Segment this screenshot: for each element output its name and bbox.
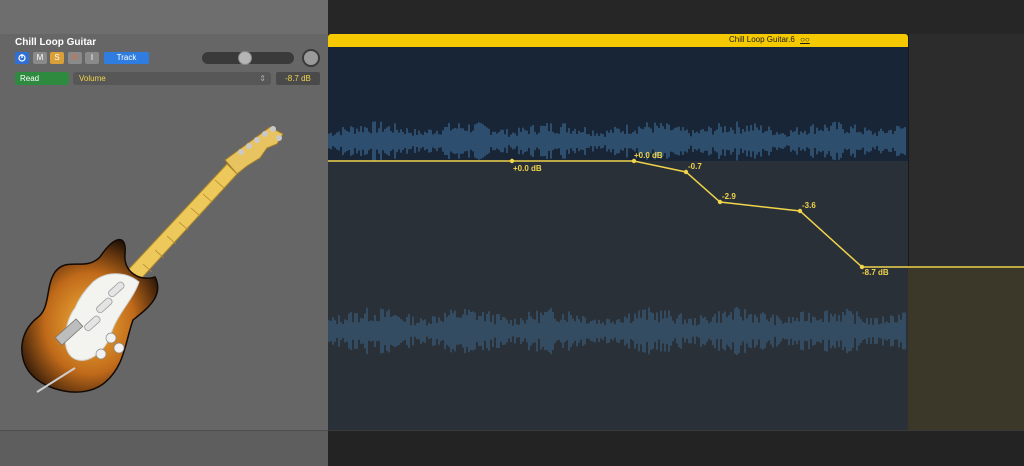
automation-point[interactable] [509, 158, 515, 164]
automation-point-label: -3.6 [802, 201, 816, 210]
automation-curve[interactable] [328, 160, 1024, 268]
automation-point-label: -0.7 [688, 162, 702, 171]
waveform-upper-channel [328, 121, 906, 161]
waveform-lower-channel [328, 307, 906, 355]
automation-point-label: -2.9 [722, 192, 736, 201]
automation-point-label: -8.7 dB [862, 268, 889, 277]
automation-point-label: +0.0 dB [513, 164, 542, 173]
automation-point-label: +0.0 dB [634, 151, 663, 160]
logic-window: Chill Loop Guitar M S R I Track Read Vol… [0, 0, 1024, 466]
